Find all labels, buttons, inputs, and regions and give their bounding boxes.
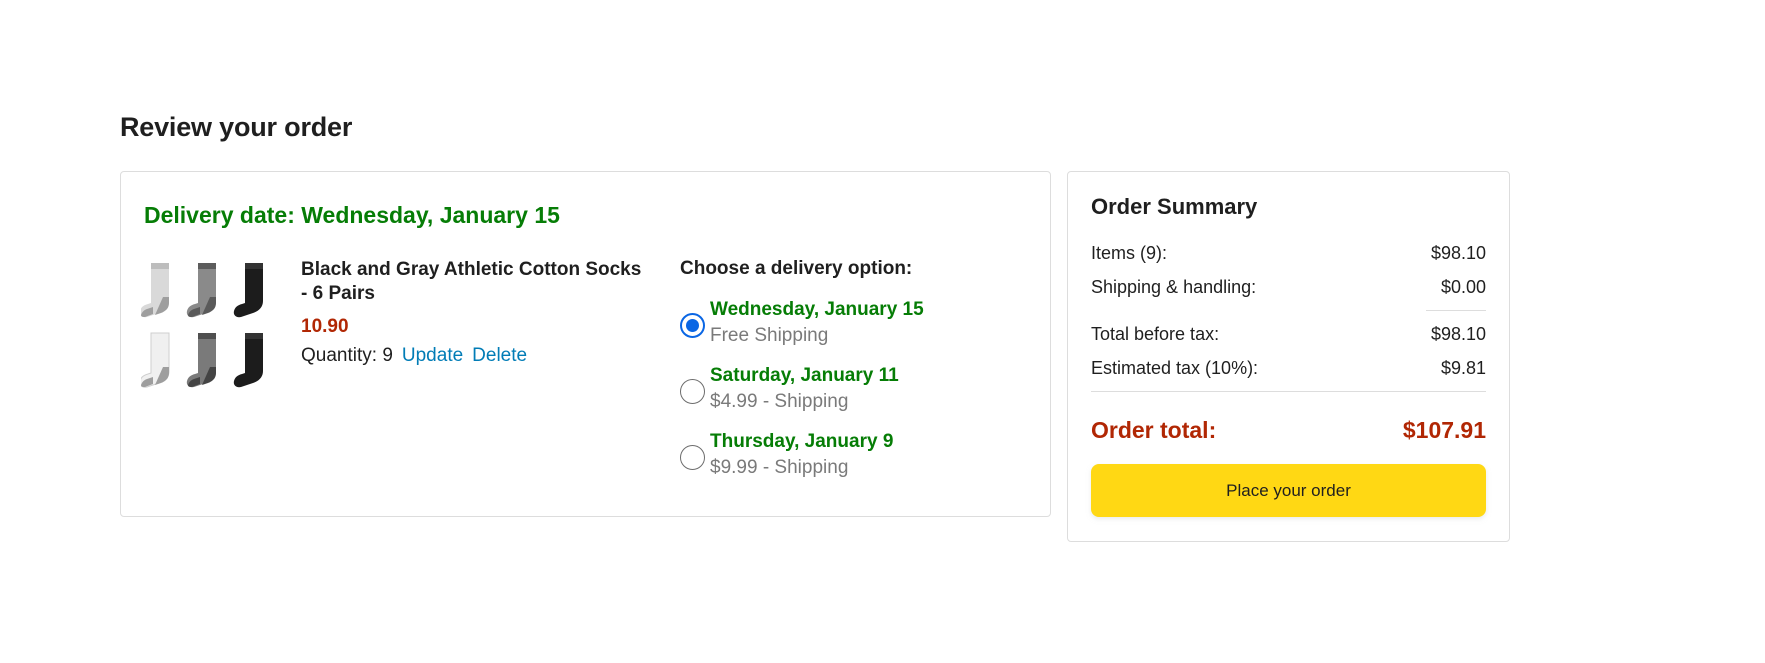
delivery-option-price: Free Shipping bbox=[710, 325, 829, 346]
delivery-option-text: Thursday, January 9 $9.99 - Shipping bbox=[710, 429, 893, 481]
sock-gray-icon bbox=[186, 333, 216, 388]
delivery-option-text: Wednesday, January 15 Free Shipping bbox=[710, 297, 924, 349]
product-quantity-row: Quantity: 9 Update Delete bbox=[301, 345, 646, 367]
summary-divider bbox=[1091, 391, 1486, 392]
delivery-option-price: $9.99 - Shipping bbox=[710, 457, 849, 478]
summary-order-total: Order total: $107.91 bbox=[1091, 417, 1486, 444]
delivery-option-thursday[interactable]: Thursday, January 9 $9.99 - Shipping bbox=[680, 424, 1020, 490]
delivery-options-heading: Choose a delivery option: bbox=[680, 258, 913, 279]
summary-shipping-value: $0.00 bbox=[1440, 276, 1486, 297]
product-name: Black and Gray Athletic Cotton Socks - 6… bbox=[301, 259, 642, 304]
summary-divider-short bbox=[1426, 310, 1486, 311]
sock-light-gray-icon bbox=[139, 263, 169, 318]
product-image bbox=[139, 257, 273, 399]
product-quantity: Quantity: 9 bbox=[301, 345, 393, 366]
order-summary-card: Order Summary Items (9): $98.10 Shipping… bbox=[1067, 171, 1510, 542]
delivery-option-saturday[interactable]: Saturday, January 11 $4.99 - Shipping bbox=[680, 358, 1020, 424]
order-summary-rows: Items (9): $98.10 Shipping & handling: $… bbox=[1091, 236, 1486, 444]
delivery-option-price: $4.99 - Shipping bbox=[710, 391, 849, 412]
delivery-date-heading: Delivery date: Wednesday, January 15 bbox=[144, 202, 560, 228]
update-quantity-link[interactable]: Update bbox=[402, 345, 463, 367]
sock-dark-gray-icon bbox=[186, 263, 216, 318]
sock-black-2-icon bbox=[233, 333, 263, 388]
summary-row-items: Items (9): $98.10 bbox=[1091, 236, 1486, 270]
summary-items-label: Items (9): bbox=[1091, 242, 1168, 263]
product-info: Black and Gray Athletic Cotton Socks - 6… bbox=[301, 258, 646, 367]
summary-tax-label: Estimated tax (10%): bbox=[1091, 357, 1259, 378]
delivery-option-wednesday[interactable]: Wednesday, January 15 Free Shipping bbox=[680, 292, 1020, 358]
sock-white-icon bbox=[139, 332, 170, 388]
place-order-button[interactable]: Place your order bbox=[1091, 464, 1486, 517]
summary-row-tax: Estimated tax (10%): $9.81 bbox=[1091, 351, 1486, 385]
page-title: Review your order bbox=[120, 112, 353, 142]
summary-before-tax-label: Total before tax: bbox=[1091, 323, 1220, 344]
delivery-option-date: Thursday, January 9 bbox=[710, 431, 894, 452]
order-total-value: $107.91 bbox=[1402, 417, 1486, 443]
delivery-option-date: Wednesday, January 15 bbox=[710, 299, 924, 320]
delete-item-link[interactable]: Delete bbox=[472, 345, 527, 367]
summary-shipping-label: Shipping & handling: bbox=[1091, 276, 1257, 297]
delivery-options: Choose a delivery option: Wednesday, Jan… bbox=[680, 258, 1020, 490]
order-total-label: Order total: bbox=[1091, 417, 1217, 443]
checkout-page: Review your order Delivery date: Wednesd… bbox=[0, 0, 1765, 663]
product-price: 10.90 bbox=[301, 316, 349, 337]
order-summary-title: Order Summary bbox=[1091, 194, 1258, 219]
delivery-option-radio-selected[interactable] bbox=[680, 312, 705, 338]
sock-black-icon bbox=[233, 263, 263, 318]
summary-row-shipping: Shipping & handling: $0.00 bbox=[1091, 270, 1486, 304]
summary-tax-value: $9.81 bbox=[1440, 357, 1486, 378]
delivery-option-radio[interactable] bbox=[680, 378, 705, 404]
delivery-option-date: Saturday, January 11 bbox=[710, 365, 899, 386]
summary-before-tax-value: $98.10 bbox=[1430, 323, 1486, 344]
order-item-card: Delivery date: Wednesday, January 15 Bla… bbox=[120, 171, 1051, 517]
socks-icon bbox=[139, 263, 263, 388]
summary-row-before-tax: Total before tax: $98.10 bbox=[1091, 317, 1486, 351]
summary-items-value: $98.10 bbox=[1430, 242, 1486, 263]
delivery-option-radio[interactable] bbox=[680, 444, 705, 470]
delivery-option-text: Saturday, January 11 $4.99 - Shipping bbox=[710, 363, 899, 415]
